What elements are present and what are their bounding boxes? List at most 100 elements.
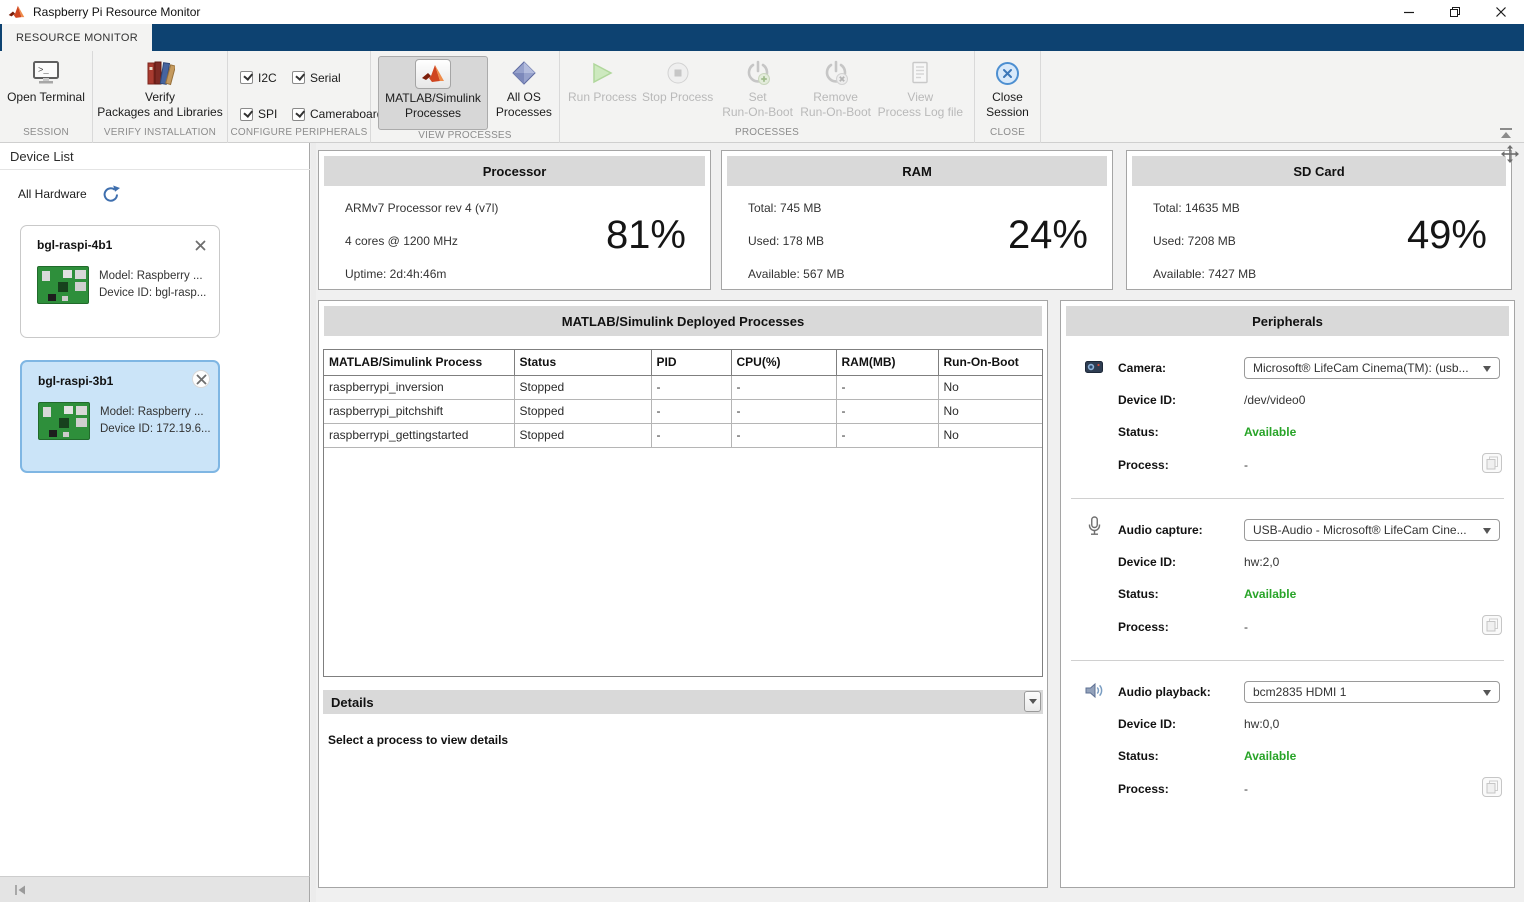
audio-playback-select-value: bcm2835 HDMI 1: [1253, 685, 1346, 699]
move-resize-icon[interactable]: [1501, 145, 1519, 163]
playback-process-value: -: [1244, 782, 1248, 796]
i2c-checkbox[interactable]: I2C: [240, 65, 292, 91]
audio-capture-select[interactable]: USB-Audio - Microsoft® LifeCam Cine...: [1244, 519, 1500, 541]
restore-button[interactable]: [1432, 0, 1478, 24]
minimize-icon: [1403, 6, 1415, 18]
panel-splitter[interactable]: [311, 143, 316, 902]
tab-resource-monitor[interactable]: RESOURCE MONITOR: [2, 24, 152, 51]
close-icon: [1495, 6, 1507, 18]
panel-collapse-bar[interactable]: [0, 876, 310, 902]
verify-packages-button[interactable]: Verify Packages and Libraries: [97, 56, 222, 127]
audio-playback-select[interactable]: bcm2835 HDMI 1: [1244, 681, 1500, 703]
col-run-on-boot[interactable]: Run-On-Boot: [938, 350, 1042, 375]
capture-process-log-button[interactable]: [1482, 615, 1502, 635]
cell-pid: -: [651, 423, 731, 447]
cell-cpu: -: [731, 423, 836, 447]
col-ram[interactable]: RAM(MB): [836, 350, 938, 375]
deployed-processes-title: MATLAB/Simulink Deployed Processes: [324, 306, 1042, 336]
peripherals-panel: Peripherals Camera: Microsoft® LifeCam C…: [1060, 300, 1515, 888]
peripherals-title: Peripherals: [1066, 306, 1509, 336]
all-hardware-label: All Hardware: [18, 187, 87, 201]
cell-boot: No: [938, 375, 1042, 399]
playback-process-label: Process:: [1118, 782, 1169, 796]
playback-device-id-label: Device ID:: [1118, 717, 1176, 731]
speaker-icon: [1085, 682, 1105, 699]
cell-status: Stopped: [514, 375, 651, 399]
device-card-bgl-raspi-3b1[interactable]: bgl-raspi-3b1 Model: Raspberry ... Devic…: [20, 360, 220, 473]
close-session-button[interactable]: Close Session: [986, 56, 1029, 127]
allos-label-line1: All OS: [507, 90, 541, 104]
window-title: Raspberry Pi Resource Monitor: [33, 5, 200, 19]
all-os-processes-button[interactable]: All OS Processes: [496, 56, 552, 130]
run-process-label: Run Process: [568, 90, 637, 104]
table-row[interactable]: raspberrypi_pitchshift Stopped - - - No: [324, 399, 1042, 423]
sd-used: Used: 7208 MB: [1153, 234, 1236, 248]
col-status[interactable]: Status: [514, 350, 651, 375]
toolbar: >_ Open Terminal SESSION: [0, 51, 1524, 143]
table-row[interactable]: raspberrypi_gettingstarted Stopped - - -…: [324, 423, 1042, 447]
toolbar-spacer: [1041, 51, 1524, 143]
x-icon: [196, 374, 207, 385]
device-name: bgl-raspi-3b1: [38, 374, 113, 388]
processor-cores: 4 cores @ 1200 MHz: [345, 234, 458, 248]
refresh-icon[interactable]: [101, 185, 121, 203]
playback-status-label: Status:: [1118, 749, 1159, 763]
matlab-simulink-processes-button[interactable]: MATLAB/Simulink Processes: [378, 56, 488, 130]
stop-process-button[interactable]: Stop Process: [637, 56, 719, 127]
verify-label-line2: Packages and Libraries: [97, 105, 222, 119]
details-collapse-button[interactable]: [1024, 691, 1041, 712]
cell-cpu: -: [731, 399, 836, 423]
processor-card: Processor ARMv7 Processor rev 4 (v7l) 4 …: [318, 150, 711, 290]
ml-processes-label-line1: MATLAB/Simulink: [385, 91, 481, 105]
remove-device-button[interactable]: [191, 236, 209, 254]
camera-status-label: Status:: [1118, 425, 1159, 439]
camera-select-value: Microsoft® LifeCam Cinema(TM): (usb...: [1253, 361, 1469, 375]
process-table: MATLAB/Simulink Process Status PID CPU(%…: [323, 349, 1043, 677]
toolbar-section-view-processes: MATLAB/Simulink Processes All OS: [371, 51, 560, 143]
open-terminal-button[interactable]: >_ Open Terminal: [7, 56, 85, 127]
playback-process-log-button[interactable]: [1482, 777, 1502, 797]
stop-process-label: Stop Process: [642, 90, 713, 104]
capture-status-badge: Available: [1244, 587, 1296, 601]
view-process-log-button[interactable]: View Process Log file: [875, 56, 966, 127]
col-cpu[interactable]: CPU(%): [731, 350, 836, 375]
view-log-label-line1: View: [907, 90, 933, 104]
camera-process-log-button[interactable]: [1482, 453, 1502, 473]
col-pid[interactable]: PID: [651, 350, 731, 375]
set-run-on-boot-button[interactable]: Set Run-On-Boot: [719, 56, 797, 127]
capture-process-value: -: [1244, 620, 1248, 634]
toolbar-section-configure: I2C Serial SPI Cameraboard: [228, 51, 371, 143]
close-session-icon: [995, 61, 1020, 86]
cell-pid: -: [651, 399, 731, 423]
copy-pages-icon: [1486, 780, 1499, 794]
table-row[interactable]: raspberrypi_inversion Stopped - - - No: [324, 375, 1042, 399]
device-model: Model: Raspberry ...: [99, 270, 203, 282]
device-card-bgl-raspi-4b1[interactable]: bgl-raspi-4b1 Model: Raspberry ... Devic…: [20, 225, 220, 338]
i2c-checkbox-label: I2C: [258, 71, 277, 85]
ml-processes-label-line2: Processes: [405, 106, 461, 120]
verify-label-line1: Verify: [145, 90, 175, 104]
x-icon: [195, 240, 206, 251]
sd-card-title: SD Card: [1132, 156, 1506, 186]
collapse-ribbon-button[interactable]: [1498, 127, 1516, 140]
cell-ram: -: [836, 375, 938, 399]
books-icon: [145, 59, 175, 87]
remove-run-on-boot-button[interactable]: Remove Run-On-Boot: [797, 56, 875, 127]
log-file-icon: [910, 61, 930, 85]
camera-status-badge: Available: [1244, 425, 1296, 439]
close-button[interactable]: [1478, 0, 1524, 24]
spi-checkbox[interactable]: SPI: [240, 102, 292, 128]
divider: [0, 169, 310, 170]
session-group-label: SESSION: [0, 127, 92, 143]
camera-select[interactable]: Microsoft® LifeCam Cinema(TM): (usb...: [1244, 357, 1500, 379]
cell-boot: No: [938, 399, 1042, 423]
remove-device-button[interactable]: [192, 370, 210, 388]
minimize-button[interactable]: [1386, 0, 1432, 24]
stop-icon: [666, 61, 690, 85]
run-process-button[interactable]: Run Process: [568, 56, 637, 127]
col-process[interactable]: MATLAB/Simulink Process: [324, 350, 514, 375]
capture-status-label: Status:: [1118, 587, 1159, 601]
set-boot-label-line2: Run-On-Boot: [722, 105, 793, 119]
camera-label: Camera:: [1118, 361, 1166, 375]
ram-total: Total: 745 MB: [748, 201, 821, 215]
